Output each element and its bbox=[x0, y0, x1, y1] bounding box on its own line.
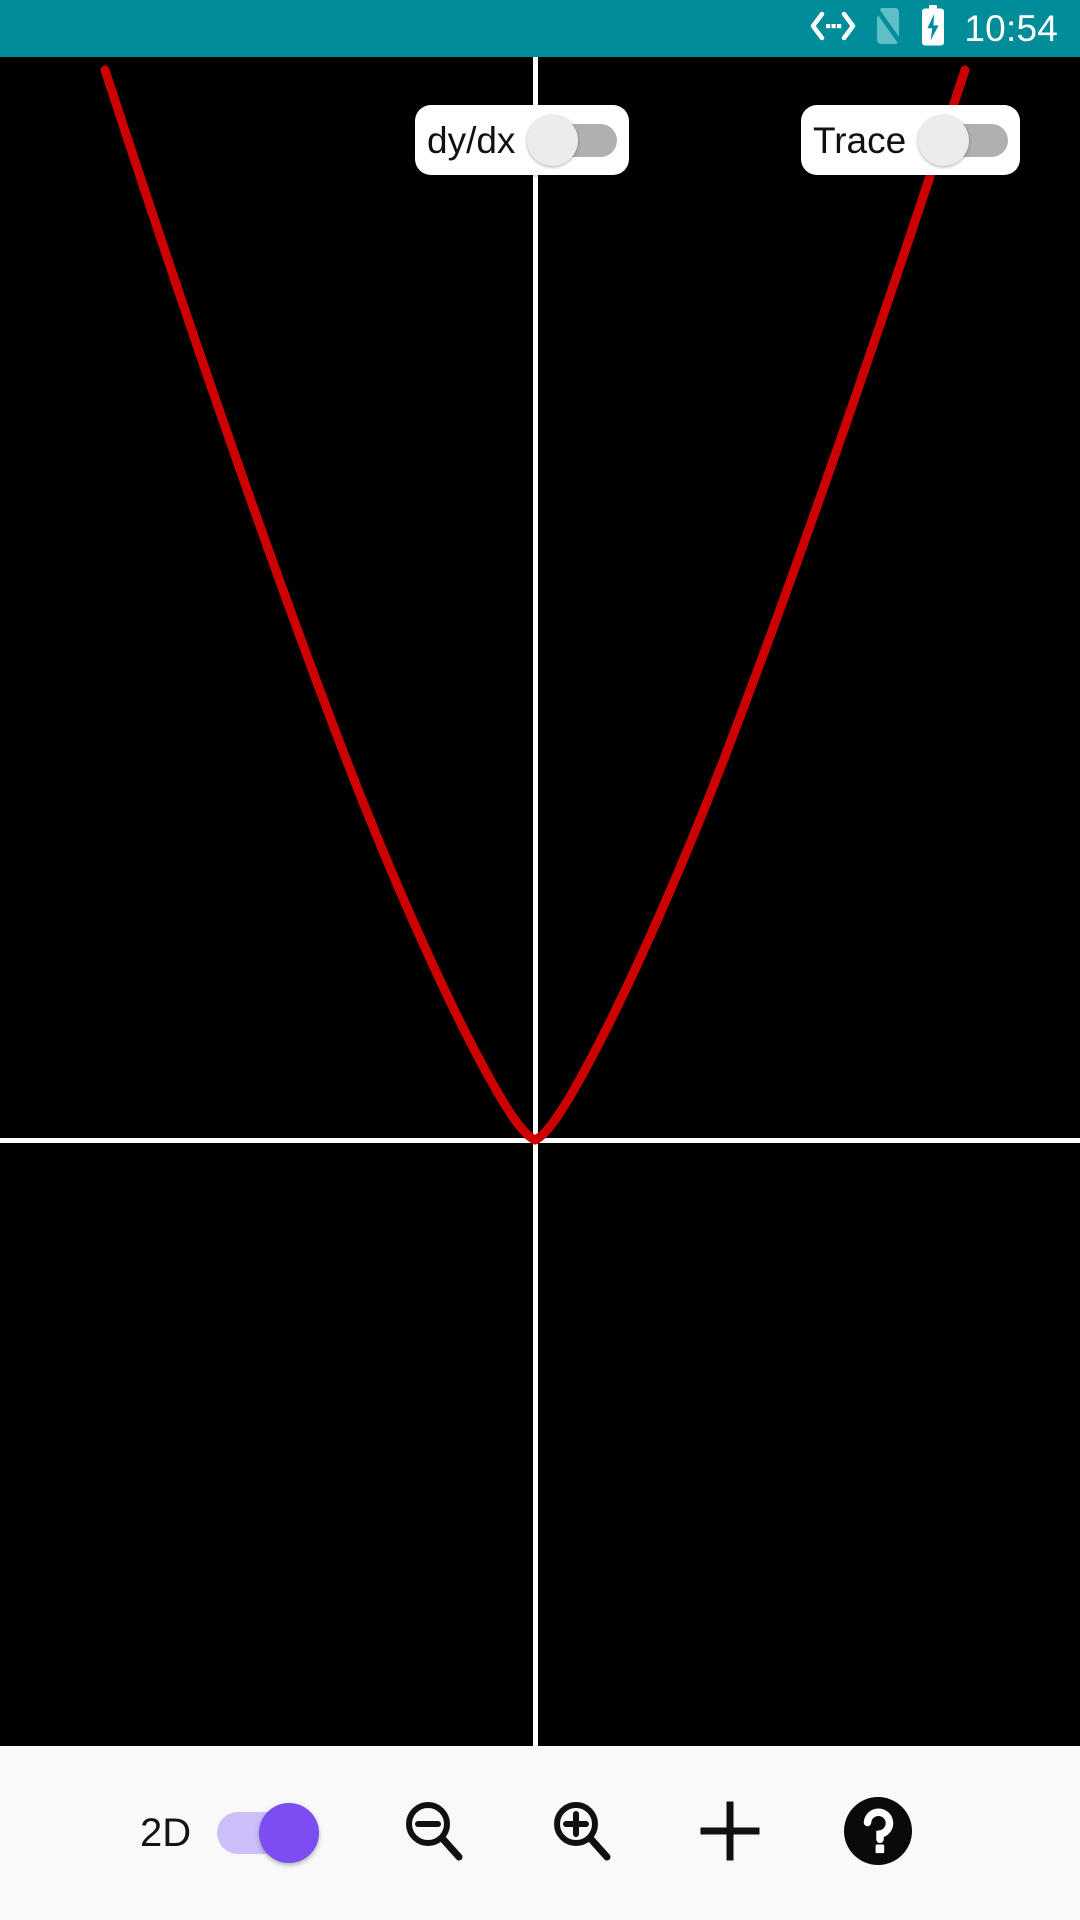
trace-toggle-pill[interactable]: Trace bbox=[801, 105, 1021, 175]
zoom-in-button[interactable] bbox=[523, 1774, 641, 1892]
trace-toggle-switch[interactable] bbox=[918, 112, 1010, 168]
trace-toggle-label: Trace bbox=[813, 119, 907, 161]
plus-icon bbox=[695, 1796, 765, 1871]
switch-thumb bbox=[527, 115, 579, 166]
derivative-toggle-switch[interactable] bbox=[527, 112, 619, 168]
help-button[interactable] bbox=[819, 1774, 937, 1892]
magnifier-minus-icon bbox=[401, 1798, 467, 1869]
add-function-button[interactable] bbox=[671, 1774, 789, 1892]
dimension-mode-label: 2D bbox=[140, 1811, 192, 1855]
switch-thumb bbox=[259, 1803, 320, 1863]
question-mark-circle-icon bbox=[841, 1794, 915, 1873]
status-bar-icon-group bbox=[810, 4, 946, 52]
zoom-out-button[interactable] bbox=[375, 1774, 493, 1892]
graph-canvas[interactable]: dy/dx Trace bbox=[0, 57, 1080, 1746]
status-bar-clock: 10:54 bbox=[964, 8, 1058, 49]
status-bar: 10:54 bbox=[0, 0, 1080, 57]
graphing-calculator-screen: 10:54 dy/dx Trace 2D bbox=[0, 0, 1080, 1920]
bottom-toolbar: 2D bbox=[0, 1746, 1080, 1920]
battery-charging-icon bbox=[920, 5, 946, 52]
no-sim-card-icon bbox=[873, 4, 905, 51]
magnifier-plus-icon bbox=[549, 1798, 615, 1869]
usb-data-transfer-icon bbox=[810, 11, 856, 46]
dimension-mode-toggle[interactable] bbox=[217, 1802, 321, 1864]
derivative-toggle-pill[interactable]: dy/dx bbox=[415, 105, 630, 175]
plot-svg bbox=[0, 57, 1080, 1746]
switch-thumb bbox=[918, 115, 970, 166]
derivative-toggle-label: dy/dx bbox=[427, 119, 516, 161]
